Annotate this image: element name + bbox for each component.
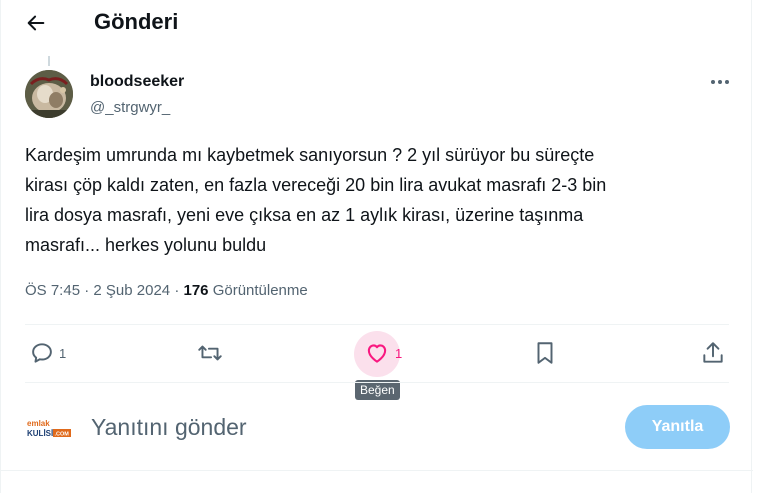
views-count: 176 [183,282,209,299]
svg-text:KULİSİ: KULİSİ [27,429,53,438]
meta-separator: · [84,282,90,299]
divider [25,382,729,383]
meta-separator: · [174,282,180,299]
reply-input[interactable]: Yanıtını gönder [91,412,247,442]
reply-count: 1 [59,345,67,361]
post-text-line: Kardeşim umrunda mı kaybetmek sanıyorsun… [25,145,595,165]
author-handle[interactable]: @_strgwyr_ [90,98,170,118]
page-title: Gönderi [94,9,179,34]
retweet-button[interactable] [196,336,224,370]
svg-text:.COM: .COM [55,432,70,438]
post-detail-column: Gönderi bloodseeker @_strgwyr_ Kardeşim … [0,0,753,493]
bookmark-button[interactable] [532,336,558,370]
divider [1,470,753,471]
author-name[interactable]: bloodseeker [90,72,184,92]
reply-button[interactable]: 1 [29,336,66,370]
post-date[interactable]: 2 Şub 2024 [93,282,170,299]
like-count: 1 [395,345,403,361]
back-arrow-icon [27,15,45,31]
post-time[interactable]: ÖS 7:45 [25,282,80,299]
bookmark-icon [537,342,553,364]
avatar[interactable] [25,70,73,118]
thread-connector-line [48,56,50,66]
divider [25,324,729,325]
post-text: Kardeşim umrunda mı kaybetmek sanıyorsun… [25,140,737,260]
svg-text:emlak: emlak [27,419,50,428]
post-text-line: kirası çöp kaldı zaten, en fazla vereceğ… [25,175,607,195]
post-metadata: ÖS 7:45 · 2 Şub 2024 · 176 Görüntülenme [25,281,308,301]
like-button[interactable]: 1 [363,336,402,370]
heart-icon [367,344,387,363]
more-icon [711,80,729,84]
back-button[interactable] [19,8,53,38]
post-text-line: masrafı... herkes yolunu buldu [25,235,267,255]
page-header: Gönderi [1,0,753,46]
reply-submit-button[interactable]: Yanıtla [625,405,730,449]
current-user-avatar[interactable]: emlak KULİSİ .COM [25,415,73,443]
like-tooltip: Beğen [355,380,400,400]
avatar-image [25,70,73,118]
views-label: Görüntülenme [212,282,308,299]
more-options-button[interactable] [705,70,735,94]
reply-icon [32,343,52,363]
share-button[interactable] [700,336,726,370]
emlak-kulisi-logo: emlak KULİSİ .COM [27,419,71,438]
share-icon [703,342,723,363]
post-text-line: lira dosya masrafı, yeni eve çıksa en az… [25,205,584,225]
retweet-icon [198,345,222,361]
